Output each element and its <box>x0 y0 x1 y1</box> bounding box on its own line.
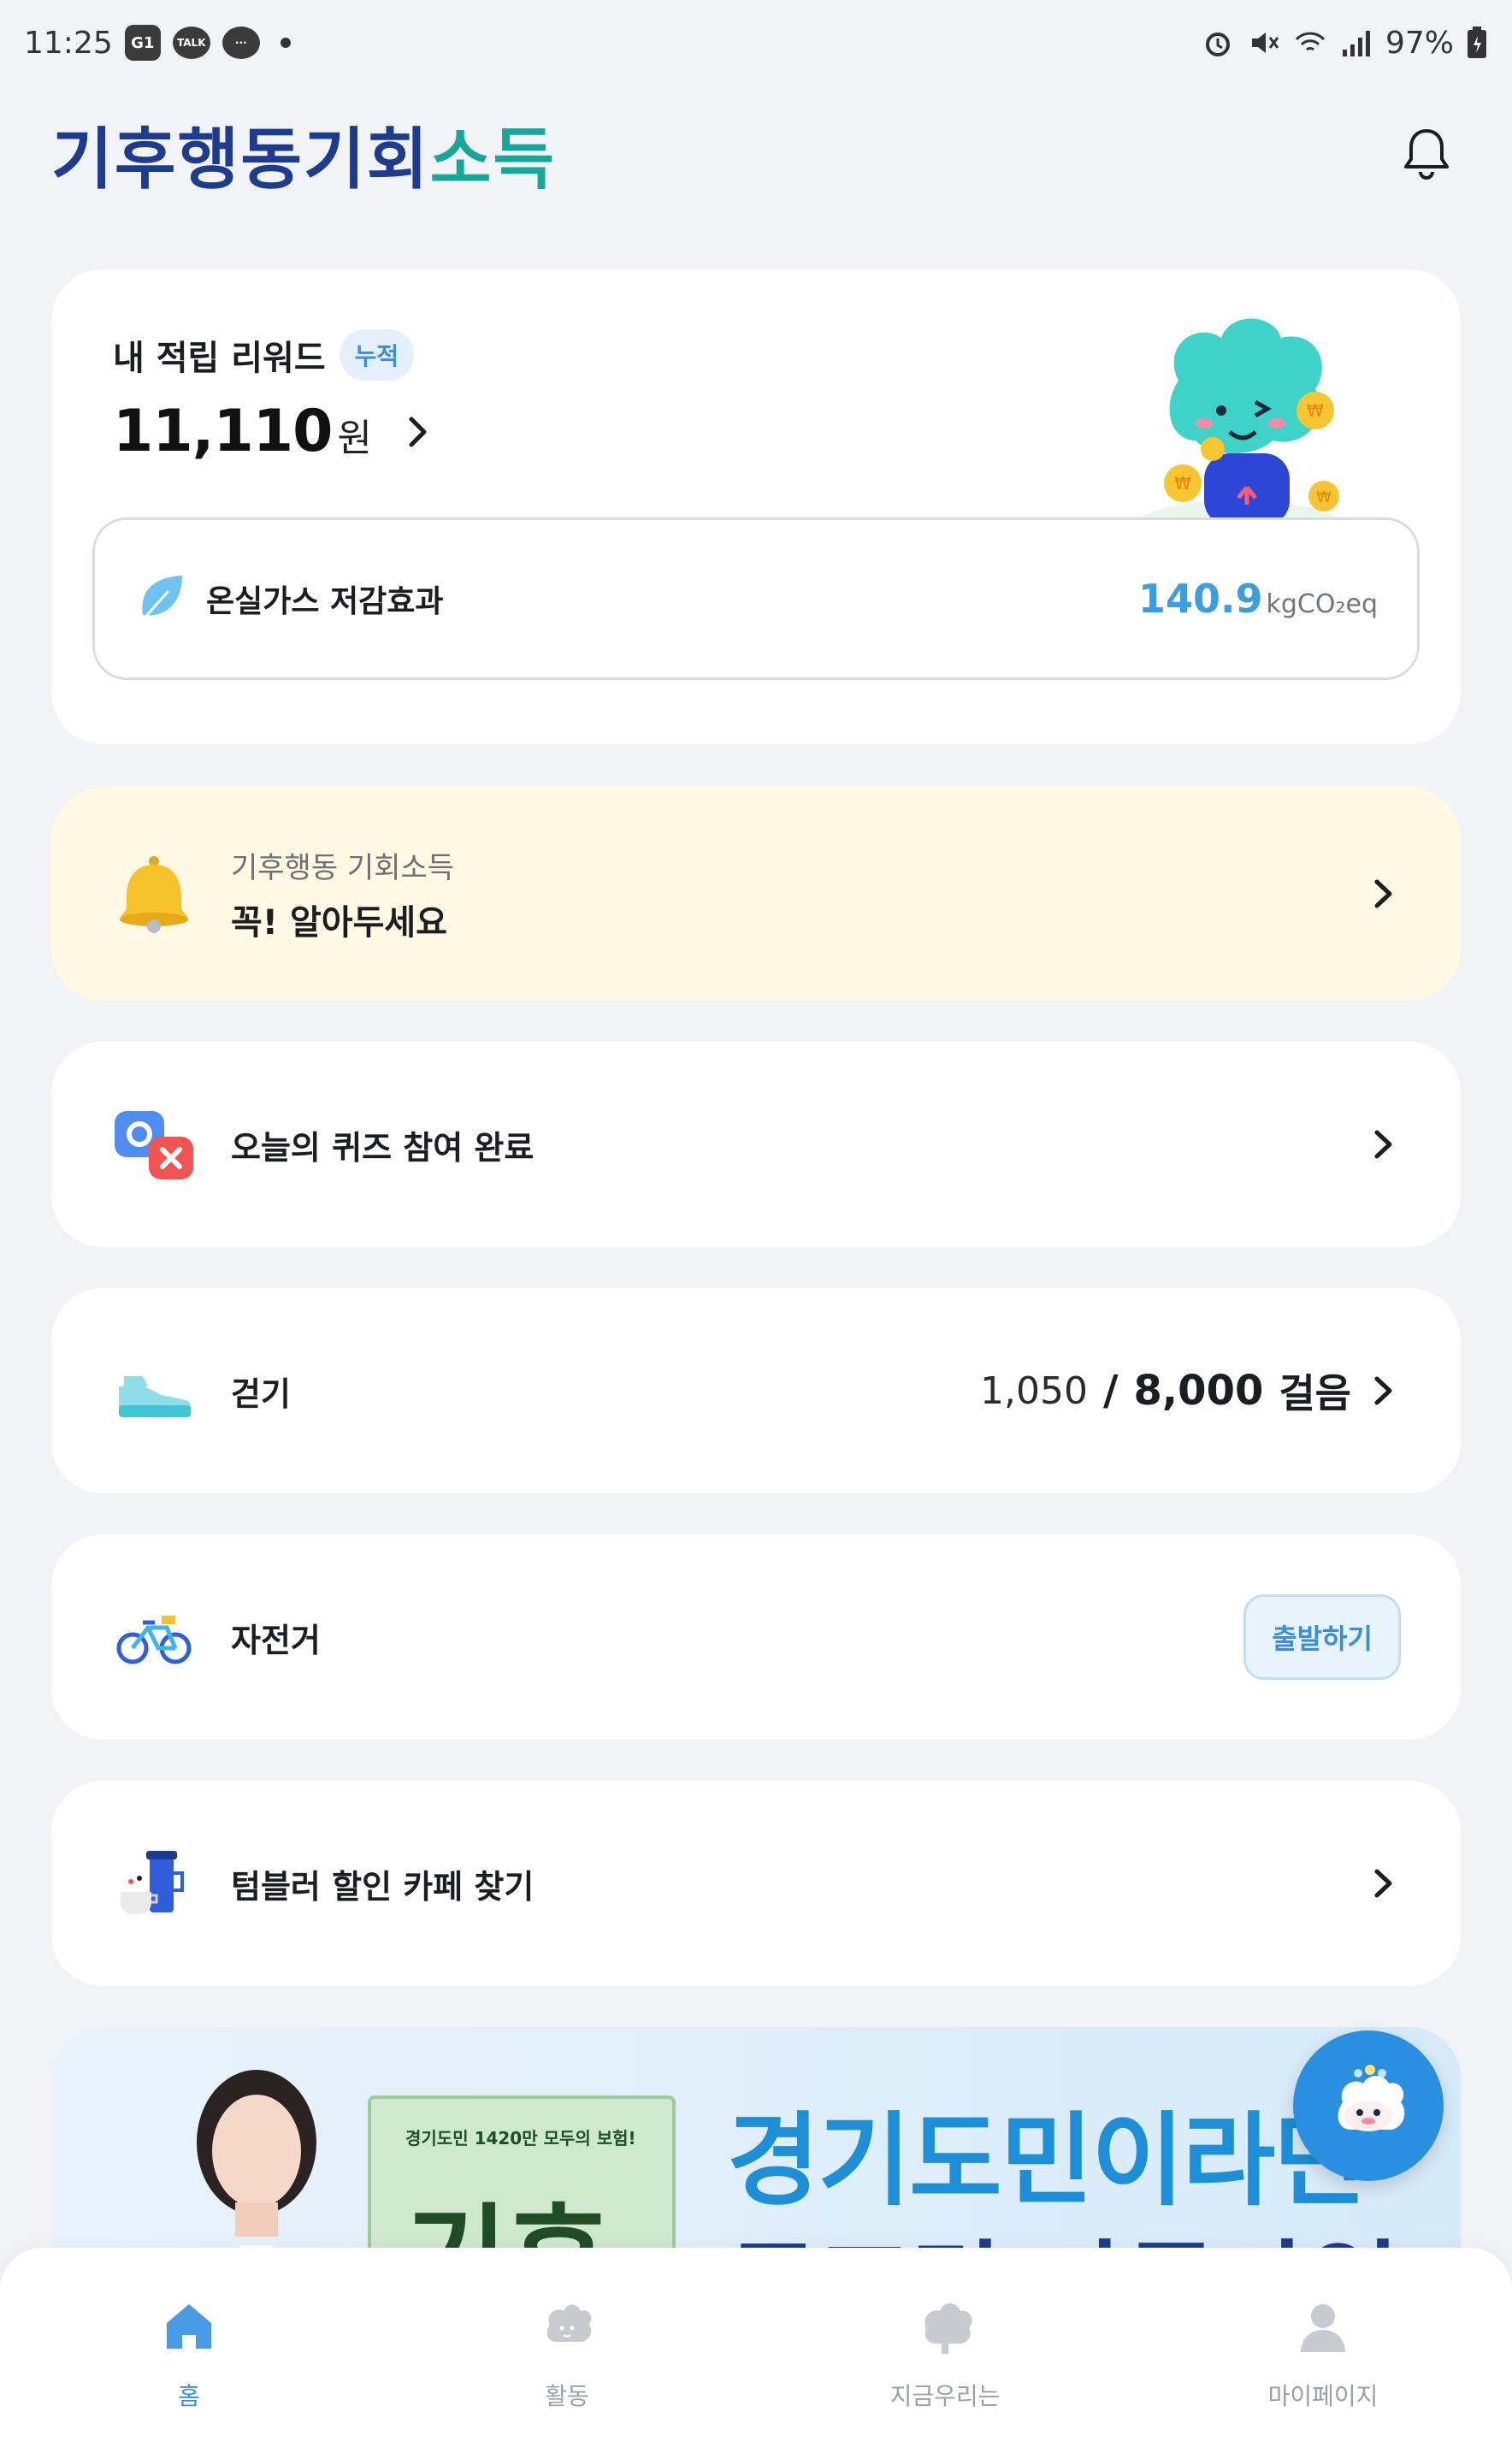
steps-unit: 걸음 <box>1279 1370 1351 1416</box>
bicycle-icon <box>116 1616 192 1664</box>
bell-3d-icon <box>120 856 188 933</box>
tree-icon <box>924 2303 972 2354</box>
mute-icon <box>1251 33 1279 53</box>
app-header: 기후행동기회소득 <box>0 94 1512 214</box>
reward-unit: 원 <box>337 417 372 460</box>
reward-label-row: 내 적립 리워드 누적 <box>113 329 415 381</box>
status-right: 97% <box>1201 26 1488 61</box>
tumbler-left: 텀블러 할인 카페 찾기 <box>111 1841 534 1926</box>
chatbot-floating-button[interactable] <box>1293 2030 1444 2181</box>
chevron-right-icon <box>1374 1869 1392 1898</box>
notification-dot-icon <box>280 38 291 48</box>
tumbler-icon-wrap <box>111 1841 197 1926</box>
bike-left: 자전거 <box>111 1594 321 1680</box>
nav-label-now: 지금우리는 <box>889 2382 1001 2410</box>
status-left: 11:25 G1 TALK ··· <box>24 25 291 61</box>
status-bar: 11:25 G1 TALK ··· 97% <box>0 0 1512 86</box>
nav-label-home: 홈 <box>178 2382 200 2410</box>
chevron-right-icon <box>1374 1130 1392 1159</box>
walk-icon-wrap <box>111 1348 197 1433</box>
walk-card[interactable]: 걷기 1,050 / 8,000 걸음 <box>51 1288 1461 1493</box>
notification-button[interactable] <box>1392 120 1461 188</box>
nav-item-mypage[interactable]: 마이페이지 <box>1195 2296 1451 2412</box>
tumbler-card[interactable]: 텀블러 할인 카페 찾기 <box>51 1781 1461 1986</box>
nav-label-mypage: 마이페이지 <box>1267 2382 1379 2410</box>
quiz-label: 오늘의 퀴즈 참여 완료 <box>231 1128 535 1167</box>
steps-goal: 8,000 <box>1133 1367 1264 1415</box>
logo-text-part2: 소득 <box>429 121 557 198</box>
nav-item-home[interactable]: 홈 <box>61 2296 317 2412</box>
banner-sign-text: 경기도민 1420만 모두의 보험! <box>405 2128 636 2149</box>
nav-item-now[interactable]: 지금우리는 <box>817 2296 1073 2412</box>
ghg-unit: kgCO₂eq <box>1266 589 1378 619</box>
activity-icon <box>546 2304 592 2343</box>
bell-icon <box>1404 129 1449 180</box>
ghg-left: 온실가스 저감효과 <box>134 572 444 625</box>
steps-current: 1,050 <box>980 1368 1088 1413</box>
quiz-ox-icon <box>115 1111 193 1179</box>
reward-card: 내 적립 리워드 누적 11,110 원 ₩ ₩ ₩ 온실가스 저감효과 140… <box>51 269 1461 744</box>
ghg-value-group: 140.9 kgCO₂eq <box>1138 576 1378 622</box>
nav-item-activity[interactable]: 활동 <box>439 2296 695 2412</box>
banner-headline: 경기도민이라면 <box>727 2101 1367 2220</box>
leaf-icon <box>139 576 182 623</box>
reward-label: 내 적립 리워드 <box>113 339 326 378</box>
notice-main: 꼭! 알아두세요 <box>231 902 447 943</box>
reward-amount: 11,110 <box>113 398 333 465</box>
notice-left: 기후행동 기회소득 꼭! 알아두세요 <box>111 844 454 944</box>
steps-group: 1,050 / 8,000 걸음 <box>980 1362 1401 1419</box>
notice-text: 기후행동 기회소득 꼭! 알아두세요 <box>231 844 454 944</box>
walk-label: 걷기 <box>231 1374 291 1413</box>
alarm-icon <box>1205 33 1230 56</box>
bike-icon-wrap <box>111 1594 197 1680</box>
chevron-right-icon <box>1374 879 1392 908</box>
nav-label-activity: 활동 <box>545 2382 589 2410</box>
battery-percent: 97% <box>1385 25 1454 61</box>
quiz-card[interactable]: 오늘의 퀴즈 참여 완료 <box>51 1042 1461 1247</box>
chatbot-mascot-icon <box>1338 2065 1405 2131</box>
battery-icon <box>1468 27 1486 58</box>
cumulative-badge: 누적 <box>339 329 415 381</box>
chevron-right-icon <box>409 417 427 446</box>
status-time: 11:25 <box>24 25 113 61</box>
tumbler-label: 텀블러 할인 카페 찾기 <box>231 1867 535 1906</box>
g1-app-icon: G1 <box>124 25 161 61</box>
svg-text:₩: ₩ <box>1307 400 1324 421</box>
mascot-character-icon: ₩ ₩ ₩ <box>1136 318 1341 552</box>
reward-amount-link[interactable]: 11,110 원 <box>113 398 435 465</box>
steps-separator: / <box>1103 1367 1119 1415</box>
ghg-label: 온실가스 저감효과 <box>206 584 444 619</box>
app-logo: 기후행동기회소득 <box>51 106 556 202</box>
home-icon <box>167 2304 211 2349</box>
ghg-reduction-box: 온실가스 저감효과 140.9 kgCO₂eq <box>92 517 1420 680</box>
chevron-right-icon <box>1374 1376 1392 1405</box>
wifi-icon <box>1295 32 1326 51</box>
person-icon <box>1301 2304 1345 2352</box>
signal-icon <box>1342 31 1370 56</box>
svg-text:₩: ₩ <box>1174 473 1191 494</box>
svg-text:₩: ₩ <box>1316 488 1332 506</box>
bike-card: 자전거 출발하기 <box>51 1534 1461 1740</box>
kakaotalk-icon: TALK <box>172 27 210 59</box>
quiz-left: 오늘의 퀴즈 참여 완료 <box>111 1102 534 1187</box>
bottom-nav: 홈 활동 지금우리는 마이페이지 <box>0 2248 1512 2453</box>
ghg-value: 140.9 <box>1137 576 1263 622</box>
tumbler-cup-icon <box>121 1851 184 1914</box>
logo-text-part1: 기후행동기회 <box>51 121 430 198</box>
message-icon: ··· <box>221 27 260 59</box>
sneaker-icon <box>119 1376 191 1417</box>
walk-left: 걷기 <box>111 1348 291 1433</box>
notice-sub: 기후행동 기회소득 <box>231 850 455 885</box>
bike-label: 자전거 <box>231 1621 321 1659</box>
quiz-icon-wrap <box>111 1102 197 1187</box>
notice-card[interactable]: 기후행동 기회소득 꼭! 알아두세요 <box>51 787 1461 1001</box>
depart-button[interactable]: 출발하기 <box>1243 1594 1401 1680</box>
